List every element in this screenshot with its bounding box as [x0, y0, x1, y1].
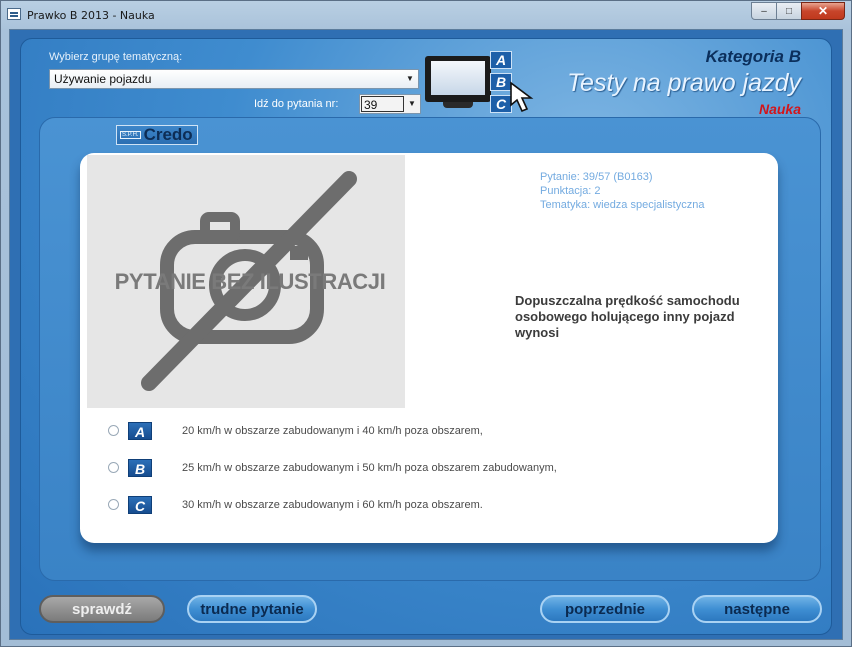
monitor-icon	[425, 56, 491, 110]
app-icon	[7, 8, 21, 20]
chevron-down-icon[interactable]: ▼	[404, 72, 416, 86]
credo-logo-name: Credo	[143, 125, 193, 144]
window-controls: ‒ □ ✕	[751, 2, 845, 20]
answer-letter-c[interactable]: C	[128, 496, 152, 514]
window-title: Prawko B 2013 - Nauka	[27, 9, 155, 22]
question-number-value: 39	[361, 96, 404, 112]
close-button[interactable]: ✕	[801, 2, 845, 20]
credo-logo: S.P.H. Credo	[116, 125, 198, 145]
next-button[interactable]: następne	[692, 595, 822, 623]
topic-select-value: Używanie pojazdu	[54, 72, 152, 86]
question-text: Dopuszczalna prędkość samochodu osoboweg…	[515, 293, 740, 340]
no-illustration-image: PYTANIE BEZ ILUSTRACJI	[87, 155, 405, 408]
question-panel: S.P.H. Credo PYTANIE BEZ ILUSTRACJI Pyta…	[39, 117, 821, 581]
credo-logo-small: S.P.H.	[120, 131, 141, 139]
question-card: PYTANIE BEZ ILUSTRACJI Pytanie: 39/57 (B…	[80, 153, 778, 543]
cursor-arrow-icon	[510, 81, 534, 113]
answer-text-a[interactable]: 20 km/h w obszarze zabudowanym i 40 km/h…	[182, 425, 483, 437]
hard-question-button[interactable]: trudne pytanie	[187, 595, 317, 623]
app-background: Wybierz grupę tematyczną: Używanie pojaz…	[20, 38, 832, 635]
answer-text-b[interactable]: 25 km/h w obszarze zabudowanym i 50 km/h…	[182, 462, 557, 474]
brand-title: Testy na prawo jazdy	[567, 69, 801, 97]
illustration-caption: PYTANIE BEZ ILUSTRACJI	[114, 269, 386, 294]
question-points: Punktacja: 2	[540, 185, 601, 197]
answer-letter-a[interactable]: A	[128, 422, 152, 440]
goto-label: Idź do pytania nr:	[254, 98, 339, 110]
check-button[interactable]: sprawdź	[39, 595, 165, 623]
application-window: Prawko B 2013 - Nauka ‒ □ ✕ Wybierz grup…	[0, 0, 852, 647]
title-bar[interactable]: Prawko B 2013 - Nauka ‒ □ ✕	[1, 1, 851, 29]
chevron-down-icon[interactable]: ▼	[406, 97, 418, 111]
question-number-select[interactable]: 39 ▼	[359, 94, 421, 114]
question-topic: Tematyka: wiedza specjalistyczna	[540, 199, 705, 211]
question-meta: Pytanie: 39/57 (B0163) Punktacja: 2 Tema…	[540, 170, 704, 212]
answer-radio-b[interactable]	[108, 462, 119, 473]
answer-letter-b[interactable]: B	[128, 459, 152, 477]
answer-radio-a[interactable]	[108, 425, 119, 436]
topic-label: Wybierz grupę tematyczną:	[49, 51, 183, 63]
abc-icon-a: A	[490, 51, 512, 69]
question-number: Pytanie: 39/57 (B0163)	[540, 171, 653, 183]
previous-button[interactable]: poprzednie	[540, 595, 670, 623]
brand-category: Kategoria B	[705, 47, 801, 66]
brand-mode: Nauka	[758, 101, 801, 117]
answer-radio-c[interactable]	[108, 499, 119, 510]
maximize-button[interactable]: □	[776, 2, 802, 20]
minimize-button[interactable]: ‒	[751, 2, 777, 20]
client-area: Wybierz grupę tematyczną: Używanie pojaz…	[9, 29, 843, 640]
topic-select[interactable]: Używanie pojazdu ▼	[49, 69, 419, 89]
answer-text-c[interactable]: 30 km/h w obszarze zabudowanym i 60 km/h…	[182, 499, 483, 511]
